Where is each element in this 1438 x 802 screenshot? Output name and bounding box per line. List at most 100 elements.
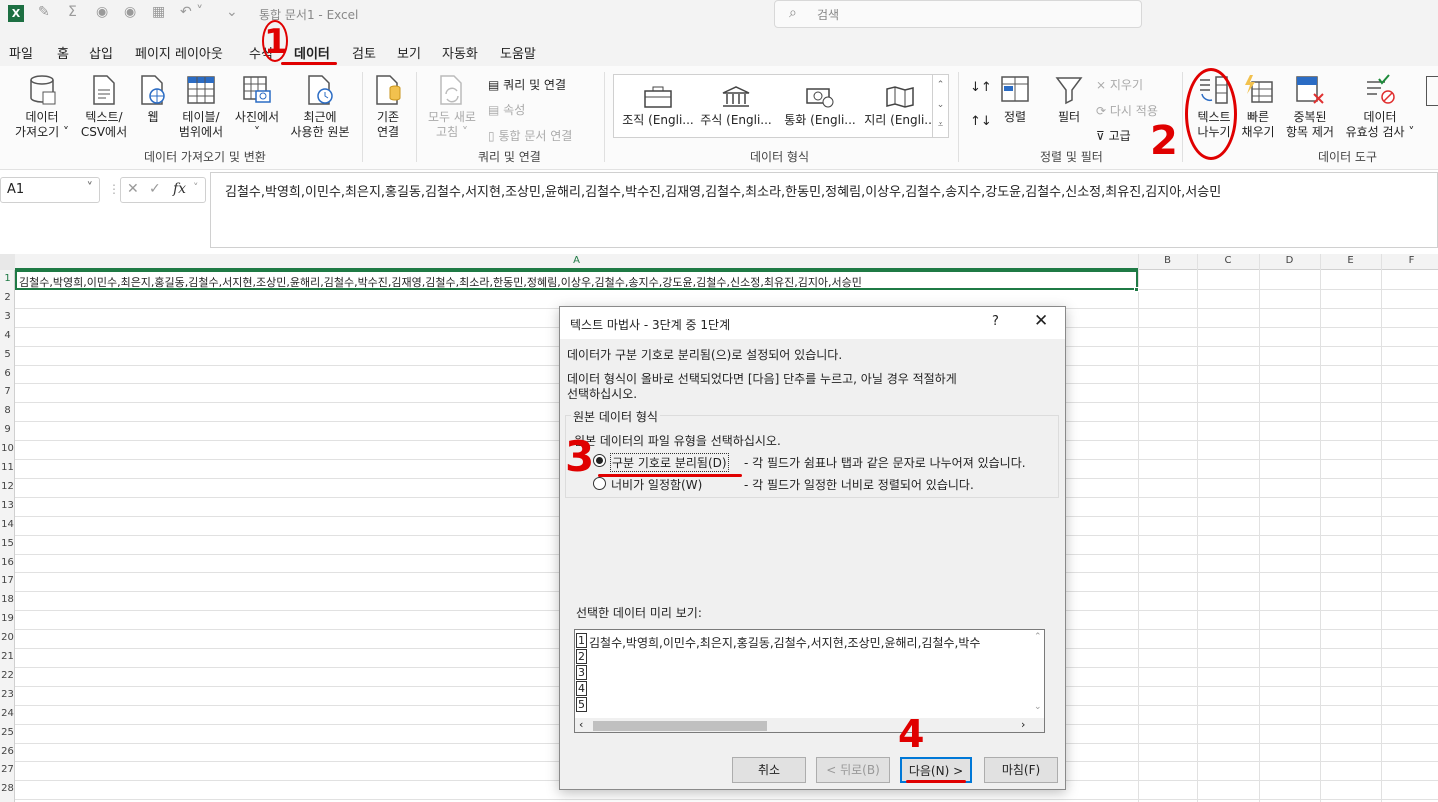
web-button[interactable]: 웹	[136, 74, 170, 125]
row-header[interactable]: 5	[0, 349, 15, 360]
column-header-f[interactable]: F	[1381, 255, 1438, 266]
row-header[interactable]: 1	[0, 273, 15, 284]
row-header[interactable]: 13	[0, 500, 15, 511]
row-header[interactable]: 6	[0, 368, 15, 379]
more-tools-icon[interactable]	[1426, 76, 1438, 106]
confirm-entry-icon[interactable]: ✓	[149, 181, 161, 197]
search-box[interactable]: ⌕ 검색	[774, 0, 1142, 28]
customize-qat-icon[interactable]: ⌄	[226, 4, 238, 20]
close-icon[interactable]: ✕	[1034, 311, 1048, 331]
row-header[interactable]: 12	[0, 481, 15, 492]
select-all-corner[interactable]	[0, 254, 15, 270]
row-header[interactable]: 16	[0, 557, 15, 568]
sort-asc-button[interactable]: ↓↑	[970, 80, 992, 95]
filter-button[interactable]: 필터	[1052, 74, 1086, 125]
preview-scroll-up-icon[interactable]: ⌃	[1034, 632, 1042, 642]
name-box[interactable]: A1 ˅	[0, 177, 100, 203]
row-header[interactable]: 14	[0, 519, 15, 530]
advanced-filter-button[interactable]: ⊽ 고급	[1096, 127, 1131, 144]
table-range-button[interactable]: 테이블/ 범위에서	[174, 74, 228, 140]
row-header[interactable]: 11	[0, 462, 15, 473]
tab-review[interactable]: 검토	[352, 43, 376, 62]
row-header[interactable]: 17	[0, 575, 15, 586]
row-header[interactable]: 24	[0, 708, 15, 719]
row-header[interactable]: 2	[0, 292, 15, 303]
tab-insert[interactable]: 삽입	[89, 43, 113, 62]
column-header-b[interactable]: B	[1138, 255, 1197, 266]
data-preview[interactable]: 1 2 3 4 5 김철수,박영희,이민수,최은지,홍길동,김철수,서지현,조상…	[574, 629, 1045, 733]
fx-dropdown-icon[interactable]: ˅	[193, 181, 199, 194]
data-type-stocks[interactable]: 주식 (Engli...	[696, 85, 776, 128]
cancel-button[interactable]: 취소	[732, 757, 806, 783]
scroll-left-icon[interactable]: ‹	[579, 718, 583, 731]
tab-view[interactable]: 보기	[397, 43, 421, 62]
column-header-e[interactable]: E	[1320, 255, 1381, 266]
formula-input[interactable]: 김철수,박영희,이민수,최은지,홍길동,김철수,서지현,조상민,윤해리,김철수,…	[210, 172, 1438, 248]
back-button[interactable]: < 뒤로(B)	[816, 757, 890, 783]
reapply-button[interactable]: ⟳ 다시 적용	[1096, 102, 1158, 119]
column-header-a[interactable]: A	[15, 255, 1138, 266]
formula-bar-grip-icon[interactable]: ⋮	[108, 182, 120, 196]
row-header[interactable]: 20	[0, 632, 15, 643]
radio-fixed-width-label[interactable]: 너비가 일정함(W)	[611, 476, 702, 493]
row-header[interactable]: 27	[0, 764, 15, 775]
row-header[interactable]: 7	[0, 386, 15, 397]
grid-icon[interactable]: ▦	[152, 4, 165, 20]
column-header-c[interactable]: C	[1197, 255, 1259, 266]
from-picture-button[interactable]: 사진에서 ˅	[230, 74, 284, 140]
tab-automate[interactable]: 자동화	[442, 43, 478, 62]
tab-file[interactable]: 파일	[9, 43, 33, 62]
existing-connections-button[interactable]: 기존 연결	[366, 74, 410, 140]
edit-links-button[interactable]: ▯ 통합 문서 연결	[488, 127, 572, 144]
data-type-currency[interactable]: 통화 (Engli...	[780, 85, 860, 128]
clear-filter-button[interactable]: ⨯ 지우기	[1096, 76, 1143, 93]
row-header[interactable]: 3	[0, 311, 15, 322]
properties-button[interactable]: ▤ 속성	[488, 101, 525, 118]
radio-delimited-label[interactable]: 구분 기호로 분리됨(D)	[610, 453, 729, 472]
row-header[interactable]: 18	[0, 594, 15, 605]
refresh-all-button[interactable]: 모두 새로 고침 ˅	[422, 74, 482, 140]
row-header[interactable]: 4	[0, 330, 15, 341]
scrollbar-thumb[interactable]	[593, 721, 767, 731]
row-header[interactable]: 15	[0, 538, 15, 549]
queries-connections-button[interactable]: ▤ 쿼리 및 연결	[488, 76, 566, 93]
column-header-d[interactable]: D	[1259, 255, 1320, 266]
preview-horizontal-scrollbar[interactable]: ‹ ›	[575, 718, 1044, 732]
tab-help[interactable]: 도움말	[500, 43, 536, 62]
sort-button[interactable]: 정렬	[998, 74, 1032, 125]
radio-delimited[interactable]	[593, 454, 606, 467]
undo-icon[interactable]: ↶ ˅	[180, 4, 203, 20]
tab-data[interactable]: 데이터	[294, 43, 330, 62]
get-data-button[interactable]: 데이터 가져오기 ˅	[10, 74, 74, 140]
row-header[interactable]: 21	[0, 651, 15, 662]
tab-page-layout[interactable]: 페이지 레이아웃	[135, 43, 223, 62]
row-header[interactable]: 9	[0, 424, 15, 435]
gallery-scroll[interactable]: ⌃ ⌄ ⩡	[932, 74, 949, 138]
tab-home[interactable]: 홈	[57, 43, 69, 62]
row-header[interactable]: 19	[0, 613, 15, 624]
row-header[interactable]: 8	[0, 405, 15, 416]
text-csv-button[interactable]: 텍스트/ CSV에서	[76, 74, 132, 140]
data-types-gallery[interactable]: 조직 (Engli... 주식 (Engli... 통화 (Engli... 지…	[613, 74, 949, 138]
row-header[interactable]: 22	[0, 670, 15, 681]
scroll-right-icon[interactable]: ›	[1021, 718, 1025, 731]
row-header[interactable]: 23	[0, 689, 15, 700]
autosave-icon[interactable]: ✎	[38, 4, 50, 20]
name-box-dropdown-icon[interactable]: ˅	[87, 181, 94, 196]
data-type-organization[interactable]: 조직 (Engli...	[618, 85, 698, 128]
circle-icon[interactable]: ◉	[124, 4, 136, 20]
row-header[interactable]: 10	[0, 443, 15, 454]
data-type-geography[interactable]: 지리 (Engli...	[860, 85, 940, 128]
fill-handle[interactable]	[1134, 287, 1139, 292]
cell-a1[interactable]: 김철수,박영희,이민수,최은지,홍길동,김철수,서지현,조상민,윤해리,김철수,…	[15, 270, 1138, 290]
row-header[interactable]: 28	[0, 783, 15, 794]
recent-sources-button[interactable]: 최근에 사용한 원본	[284, 74, 356, 140]
help-icon[interactable]: ?	[992, 314, 999, 329]
sum-icon[interactable]: Σ	[68, 4, 77, 20]
record-icon[interactable]: ◉	[96, 4, 108, 20]
preview-scroll-down-icon[interactable]: ⌄	[1034, 702, 1042, 712]
data-validation-button[interactable]: 데이터 유효성 검사 ˅	[1342, 74, 1418, 140]
row-header[interactable]: 25	[0, 727, 15, 738]
sort-desc-button[interactable]: ↑↓	[970, 114, 992, 129]
cancel-entry-icon[interactable]: ✕	[127, 181, 139, 197]
